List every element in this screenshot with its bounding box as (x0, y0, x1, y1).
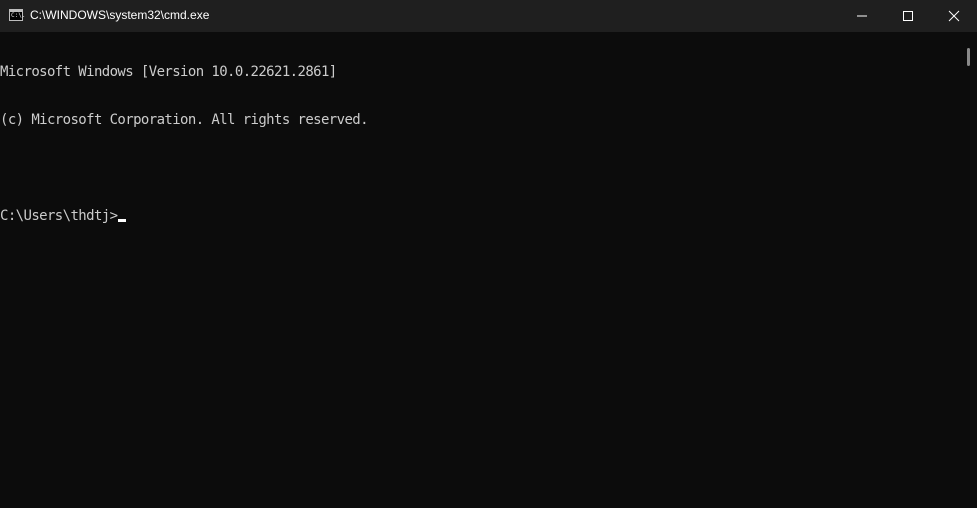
cmd-icon: C:\. (9, 9, 26, 21)
console-line: Microsoft Windows [Version 10.0.22621.28… (0, 64, 337, 80)
scrollbar-thumb[interactable] (967, 48, 970, 66)
prompt-line[interactable]: C:\Users\thdtj> (0, 208, 962, 224)
maximize-button[interactable] (885, 0, 931, 32)
text-cursor (118, 219, 127, 222)
vertical-scrollbar[interactable] (962, 32, 977, 508)
command-prompt: C:\Users\thdtj> (0, 208, 118, 224)
console-output[interactable]: Microsoft Windows [Version 10.0.22621.28… (0, 32, 962, 508)
console-line: (c) Microsoft Corporation. All rights re… (0, 112, 369, 128)
minimize-button[interactable] (839, 0, 885, 32)
title-bar[interactable]: C:\. C:\WINDOWS\system32\cmd.exe (0, 0, 977, 32)
maximize-icon (903, 11, 913, 21)
close-icon (948, 10, 960, 22)
close-button[interactable] (931, 0, 977, 32)
cmd-window: C:\. C:\WINDOWS\system32\cmd.exe Microso… (0, 0, 977, 508)
minimize-icon (857, 15, 867, 17)
window-title: C:\WINDOWS\system32\cmd.exe (30, 8, 210, 22)
cmd-icon-glyph: C:\. (11, 12, 26, 19)
